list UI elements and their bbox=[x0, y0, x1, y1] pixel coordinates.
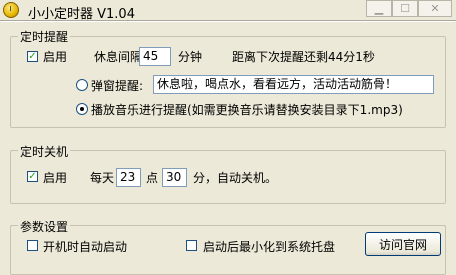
hour-input[interactable]: 23 bbox=[116, 168, 141, 187]
maximize-button[interactable]: ☐ bbox=[392, 0, 418, 17]
minute-input[interactable]: 30 bbox=[162, 168, 187, 187]
popup-label: 弹窗提醒: bbox=[91, 79, 144, 93]
reminder-group-title: 定时提醒 bbox=[18, 28, 71, 45]
shutdown-enable-checkbox[interactable]: ✓ bbox=[27, 171, 38, 182]
minimize-tray-checkbox[interactable]: ✓ bbox=[186, 240, 197, 251]
autostart-checkbox[interactable]: ✓ bbox=[27, 240, 38, 251]
countdown-text: 距离下次提醒还剩44分1秒 bbox=[232, 50, 375, 64]
close-button[interactable]: ✕ bbox=[418, 0, 452, 17]
music-label: 播放音乐进行提醒(如需更换音乐请替换安装目录下1.mp3) bbox=[91, 103, 403, 117]
interval-unit: 分钟 bbox=[178, 50, 203, 64]
shutdown-enable-label: 启用 bbox=[43, 171, 68, 185]
daily-label: 每天 bbox=[90, 171, 115, 185]
title-divider-highlight bbox=[0, 21, 456, 22]
clock-icon bbox=[3, 2, 19, 18]
minimize-tray-label: 启动后最小化到系统托盘 bbox=[203, 240, 336, 254]
interval-input[interactable]: 45 bbox=[139, 47, 171, 66]
visit-website-button[interactable]: 访问官网 bbox=[365, 232, 441, 256]
settings-group-title: 参数设置 bbox=[18, 218, 71, 235]
minimize-button[interactable]: ▁ bbox=[366, 0, 392, 17]
hour-unit: 点 bbox=[146, 171, 159, 185]
music-radio[interactable] bbox=[76, 103, 88, 115]
minute-suffix: 分，自动关机。 bbox=[193, 171, 278, 185]
popup-radio[interactable] bbox=[76, 79, 88, 91]
reminder-enable-label: 启用 bbox=[43, 50, 68, 64]
shutdown-group-title: 定时关机 bbox=[18, 143, 71, 160]
autostart-label: 开机时自动启动 bbox=[43, 240, 128, 254]
reminder-enable-checkbox[interactable]: ✓ bbox=[27, 51, 38, 62]
interval-label: 休息间隔 bbox=[94, 50, 143, 64]
popup-message-input[interactable]: 休息啦，喝点水，看看远方，活动活动筋骨！ bbox=[153, 75, 434, 94]
